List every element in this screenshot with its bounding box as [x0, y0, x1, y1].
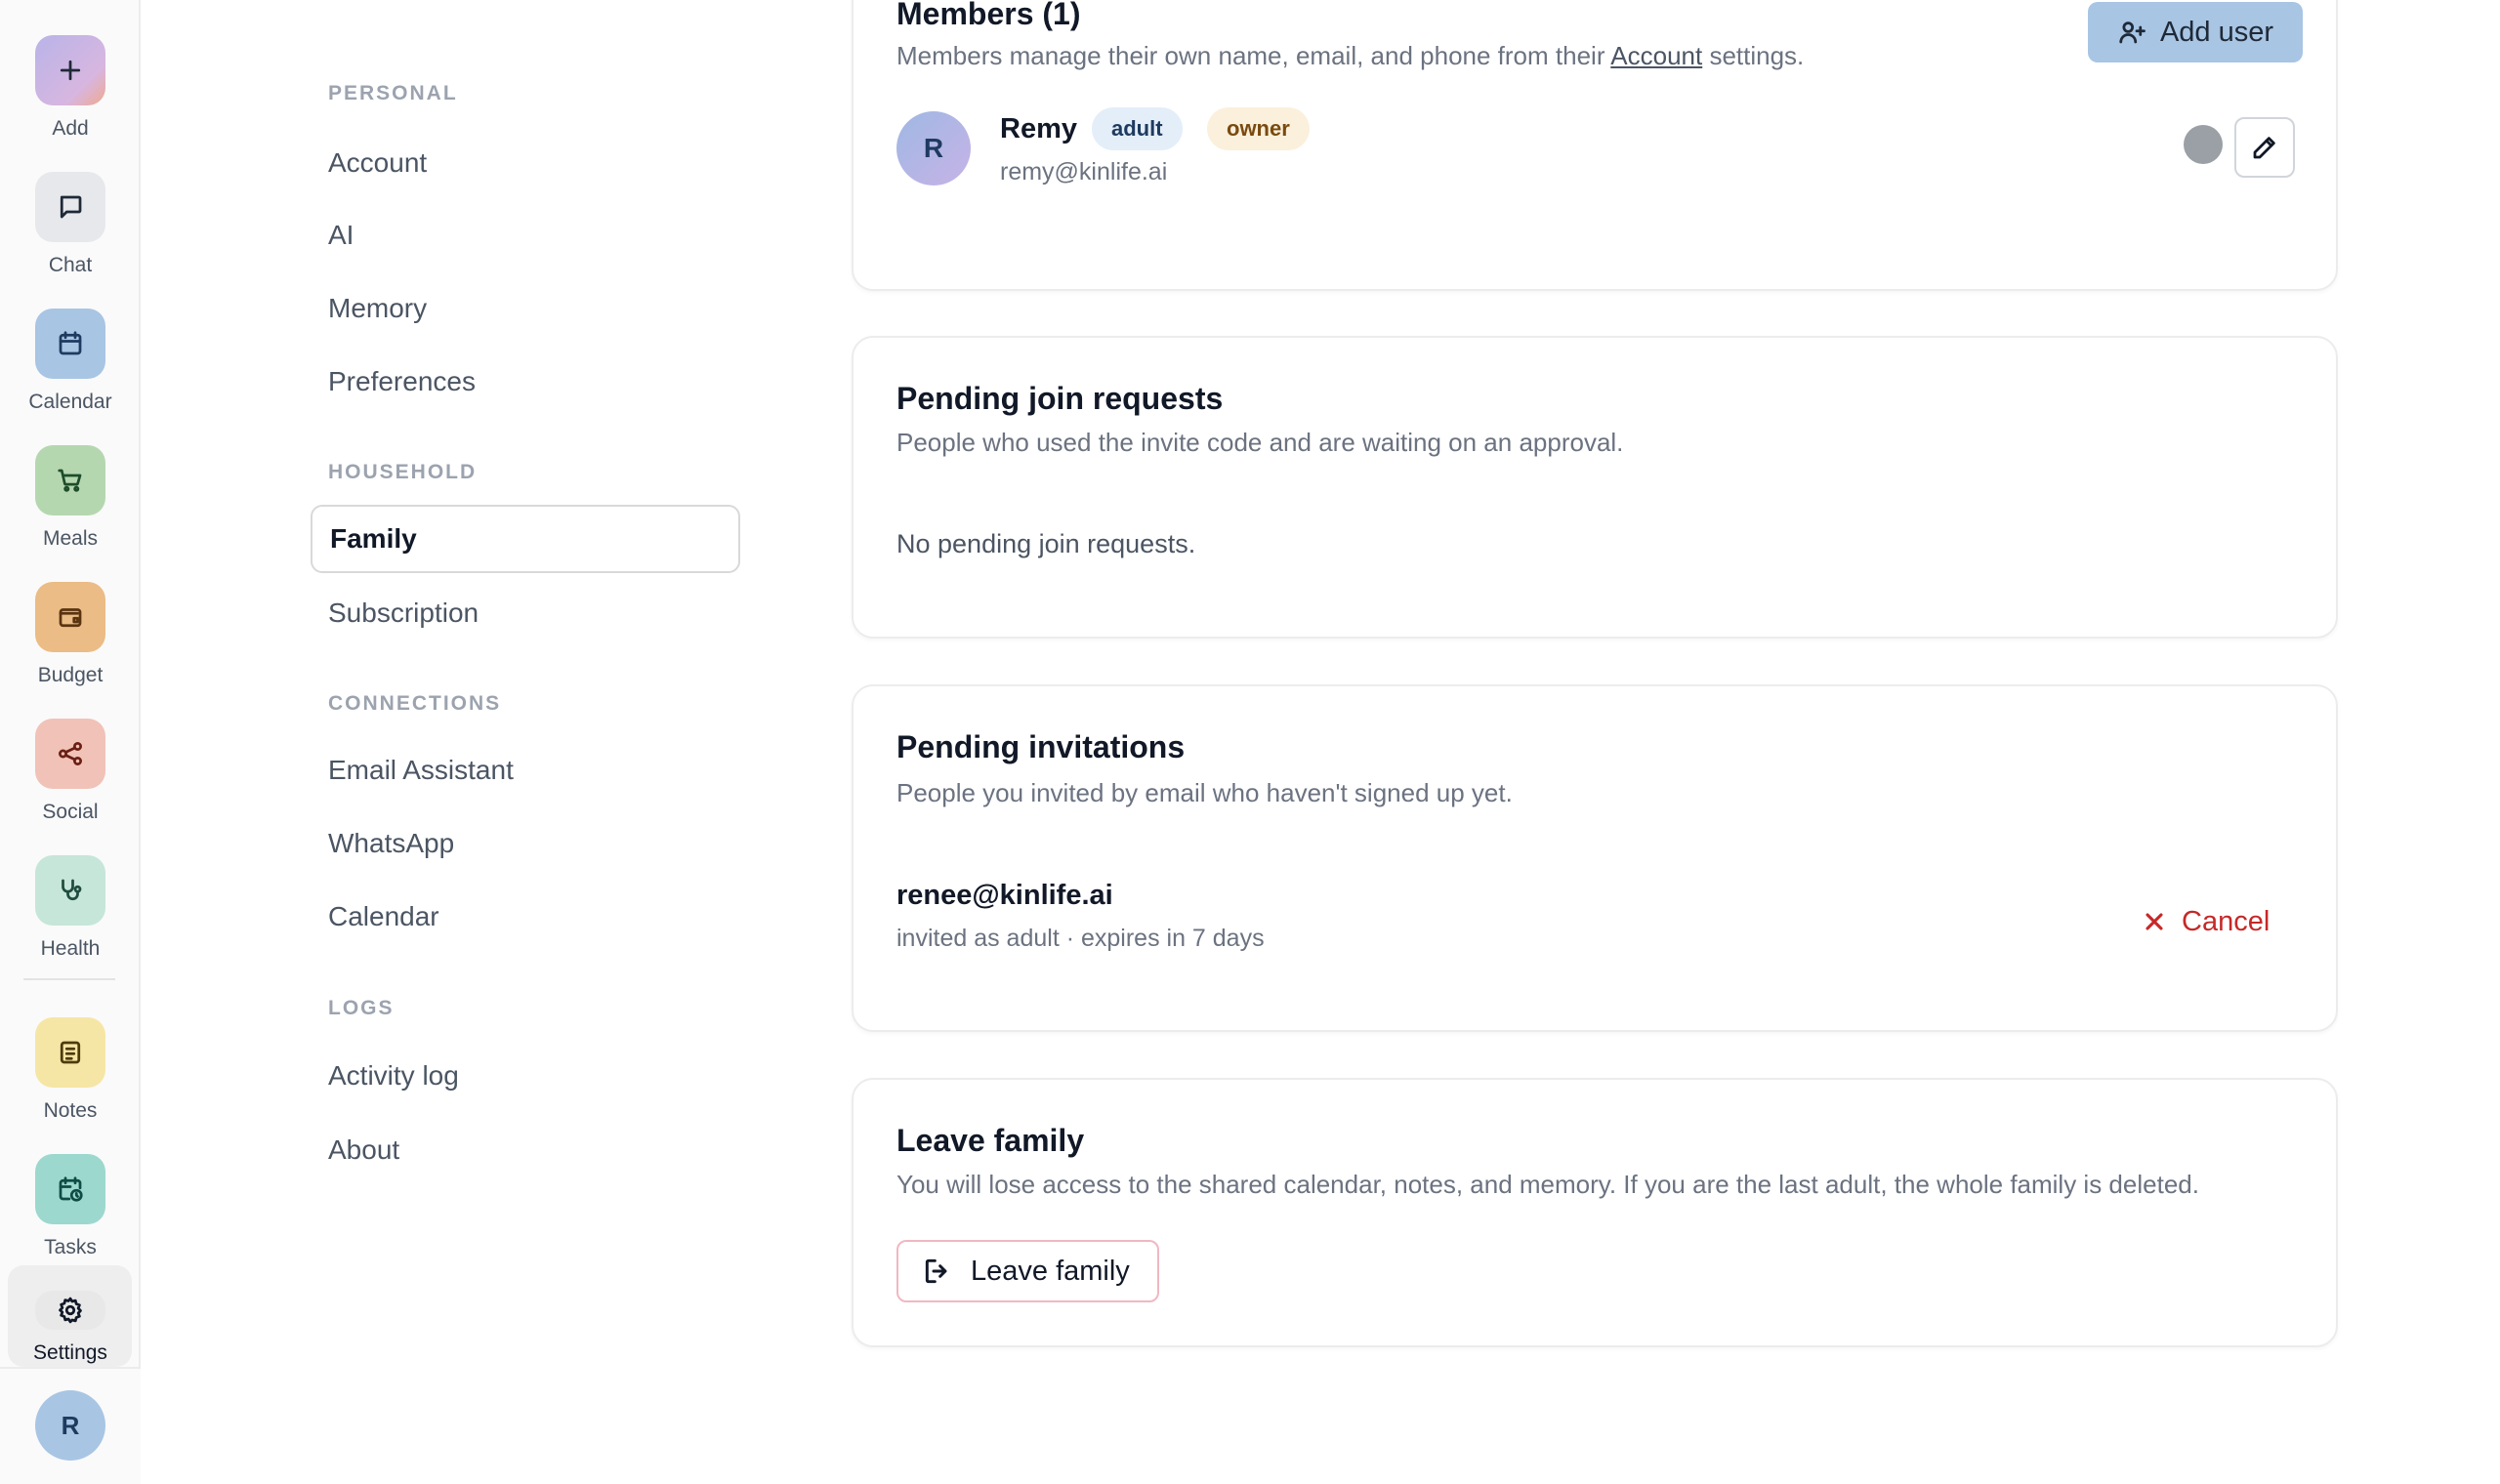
leave-family-description: You will lose access to the shared calen… [896, 1170, 2199, 1199]
leave-family-title: Leave family [896, 1123, 1085, 1158]
rail-divider [23, 978, 115, 980]
join-requests-description: People who used the invite code and are … [896, 428, 1624, 457]
edit-member-button[interactable] [2234, 117, 2295, 178]
rail-item-social[interactable]: Social [0, 719, 141, 845]
cancel-invite-button[interactable]: Cancel [2141, 897, 2270, 946]
user-plus-icon [2119, 21, 2146, 44]
nav-item-preferences[interactable]: Preferences [311, 348, 740, 416]
join-requests-title: Pending join requests [896, 381, 1224, 416]
calendar-icon [35, 309, 105, 379]
rail-label: Calendar [28, 391, 112, 413]
nav-section-logs: LOGS [328, 997, 395, 1019]
cart-icon [35, 445, 105, 515]
rail-label: Social [42, 801, 99, 823]
rail-item-tasks[interactable]: Tasks [0, 1154, 141, 1281]
nav-item-memory[interactable]: Memory [311, 274, 740, 343]
plus-icon [35, 35, 105, 105]
add-user-button[interactable]: Add user [2088, 2, 2303, 62]
invite-meta: invited as adult · expires in 7 days [896, 925, 1265, 952]
stethoscope-icon [35, 855, 105, 926]
logout-icon [925, 1258, 947, 1284]
rail-label: Notes [43, 1099, 98, 1122]
nav-item-about[interactable]: About [311, 1116, 740, 1184]
rail-item-settings[interactable]: Settings [0, 1291, 141, 1365]
rail-label: Add [52, 117, 89, 140]
invitations-title: Pending invitations [896, 729, 1186, 764]
rail-label: Meals [42, 527, 99, 550]
chat-bubble-icon [35, 172, 105, 242]
leave-family-button[interactable]: Leave family [896, 1240, 1159, 1302]
member-email: remy@kinlife.ai [1000, 158, 1168, 186]
nav-section-personal: PERSONAL [328, 82, 458, 104]
join-requests-card: Pending join requests People who used th… [852, 336, 2338, 639]
nav-section-household: HOUSEHOLD [328, 461, 478, 483]
user-avatar[interactable]: R [35, 1390, 105, 1461]
rail-item-notes[interactable]: Notes [0, 1017, 141, 1144]
rail-item-health[interactable]: Health [0, 855, 141, 982]
rail-item-chat[interactable]: Chat [0, 172, 141, 299]
nav-item-ai[interactable]: AI [311, 201, 740, 269]
rail-item-calendar[interactable]: Calendar [0, 309, 141, 435]
app-rail: Add Chat Calendar Meals Budget Social He… [0, 0, 141, 1484]
calendar-clock-icon [35, 1154, 105, 1224]
wallet-icon [35, 582, 105, 652]
member-name: Remy [1000, 113, 1077, 144]
account-settings-link[interactable]: Account [1610, 41, 1702, 70]
nav-item-email-assistant[interactable]: Email Assistant [311, 736, 740, 804]
members-title: Members (1) [896, 0, 1081, 31]
avatar: R [896, 111, 971, 186]
nav-item-activity-log[interactable]: Activity log [311, 1042, 740, 1110]
nav-item-subscription[interactable]: Subscription [311, 579, 740, 647]
rail-label: Health [40, 937, 101, 960]
rail-item-meals[interactable]: Meals [0, 445, 141, 572]
close-icon [2146, 913, 2163, 930]
rail-label: Budget [37, 664, 104, 686]
status-dot [2184, 125, 2223, 164]
leave-family-card: Leave family You will lose access to the… [852, 1078, 2338, 1347]
owner-badge: owner [1207, 107, 1310, 150]
rail-label: Tasks [44, 1236, 97, 1258]
members-description: Members manage their own name, email, an… [896, 41, 1805, 70]
invitations-description: People you invited by email who haven't … [896, 778, 1513, 807]
join-requests-empty: No pending join requests. [896, 529, 1196, 558]
gear-icon [35, 1291, 105, 1330]
nav-item-whatsapp[interactable]: WhatsApp [311, 809, 740, 878]
share-icon [35, 719, 105, 789]
nav-item-account[interactable]: Account [311, 129, 740, 197]
pencil-icon [2253, 137, 2275, 159]
rail-item-add[interactable]: Add [0, 35, 141, 162]
role-badge: adult [1092, 107, 1183, 150]
nav-section-connections: CONNECTIONS [328, 692, 502, 715]
rail-label: Chat [48, 254, 93, 276]
members-card: Members (1) Members manage their own nam… [852, 0, 2338, 291]
nav-item-calendar[interactable]: Calendar [311, 883, 740, 951]
rail-item-budget[interactable]: Budget [0, 582, 141, 709]
notes-icon [35, 1017, 105, 1088]
nav-item-family[interactable]: Family [311, 505, 740, 573]
rail-label: Settings [33, 1341, 107, 1364]
invitations-card: Pending invitations People you invited b… [852, 684, 2338, 1032]
invite-email: renee@kinlife.ai [896, 880, 1113, 911]
